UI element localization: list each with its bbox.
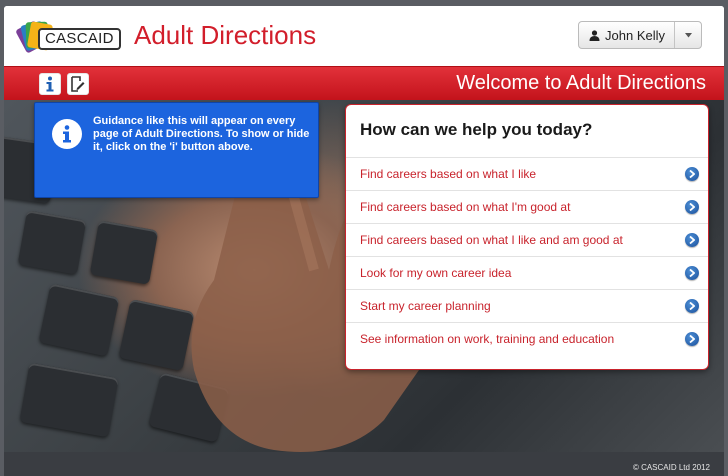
header: CASCAID Adult Directions John Kelly	[4, 6, 724, 66]
option-careers-like[interactable]: Find careers based on what I like	[346, 157, 708, 190]
keyboard-key	[38, 283, 120, 357]
logo-wordmark: CASCAID	[38, 28, 121, 50]
copyright-text: © CASCAID Ltd 2012	[632, 463, 710, 472]
welcome-heading: Welcome to Adult Directions	[456, 72, 706, 94]
keyboard-key	[17, 210, 87, 275]
keyboard-key	[89, 220, 159, 285]
option-label: Find careers based on what I'm good at	[360, 200, 571, 214]
keyboard-key	[19, 362, 119, 438]
notes-button[interactable]	[67, 73, 89, 95]
chevron-right-circle-icon[interactable]	[685, 299, 699, 313]
option-careers-good-at[interactable]: Find careers based on what I'm good at	[346, 190, 708, 223]
app-title: Adult Directions	[134, 20, 317, 50]
help-panel: How can we help you today? Find careers …	[345, 104, 709, 370]
chevron-right-circle-icon[interactable]	[685, 266, 699, 280]
option-label: Find careers based on what I like	[360, 167, 537, 181]
help-panel-title: How can we help you today?	[360, 120, 593, 139]
guidance-text: Guidance like this will appear on every …	[93, 115, 310, 153]
chevron-right-circle-icon[interactable]	[685, 167, 699, 181]
option-career-planning[interactable]: Start my career planning	[346, 289, 708, 322]
info-icon	[46, 76, 54, 92]
guidance-box: Guidance like this will appear on every …	[34, 102, 319, 198]
chevron-right-circle-icon[interactable]	[685, 200, 699, 214]
chevron-right-circle-icon[interactable]	[685, 233, 699, 247]
user-menu-caret[interactable]	[675, 22, 701, 48]
app-window: CASCAID Adult Directions John Kelly Welc…	[4, 6, 724, 476]
user-name-button[interactable]: John Kelly	[579, 22, 675, 48]
info-toggle-button[interactable]	[39, 73, 61, 95]
option-careers-like-and-good-at[interactable]: Find careers based on what I like and am…	[346, 223, 708, 256]
option-label: See information on work, training and ed…	[360, 332, 615, 346]
footer: © CASCAID Ltd 2012	[4, 452, 724, 476]
option-label: Look for my own career idea	[360, 266, 512, 280]
user-icon	[589, 29, 600, 41]
edit-note-icon	[71, 76, 85, 92]
user-name: John Kelly	[605, 27, 665, 43]
option-label: Find careers based on what I like and am…	[360, 233, 623, 247]
option-own-career-idea[interactable]: Look for my own career idea	[346, 256, 708, 289]
info-circle-icon	[52, 119, 82, 149]
user-menu-button[interactable]: John Kelly	[578, 21, 702, 49]
chevron-right-circle-icon[interactable]	[685, 332, 699, 346]
option-work-training-education[interactable]: See information on work, training and ed…	[346, 322, 708, 355]
caret-down-icon	[684, 32, 692, 37]
option-label: Start my career planning	[360, 299, 491, 313]
hero-background: Guidance like this will appear on every …	[4, 100, 724, 452]
toolbar: Welcome to Adult Directions	[4, 66, 724, 100]
